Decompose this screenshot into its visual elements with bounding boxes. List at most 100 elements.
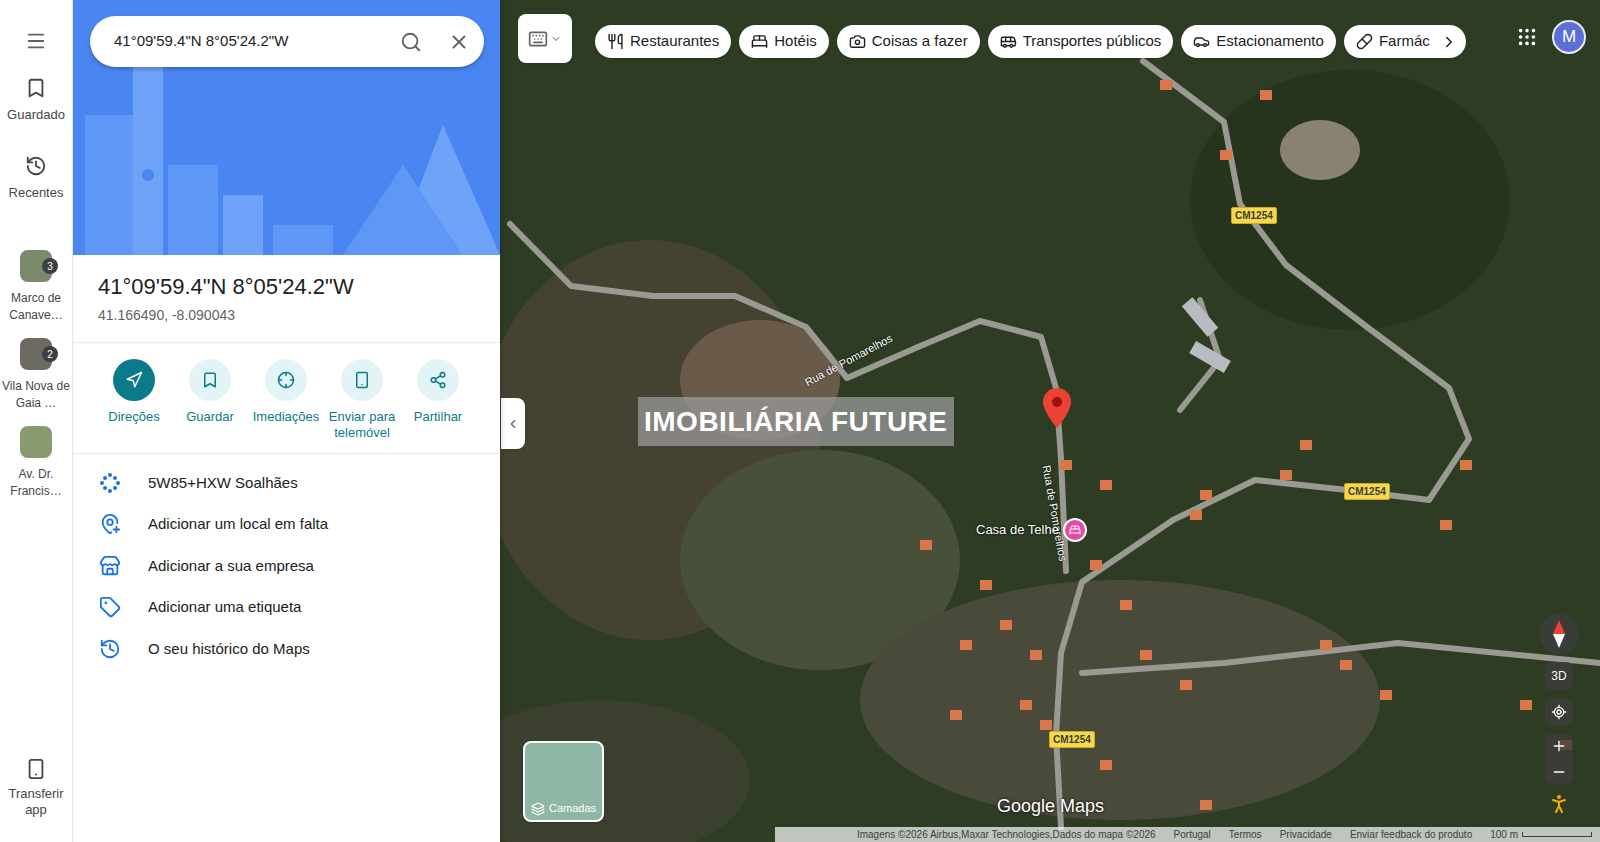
app: Guardado Recentes 3Marco de Canave… 2Vila N… [0, 0, 1600, 842]
watermark: IMOBILIÁRIA FUTURE [638, 397, 954, 446]
location-pin-icon[interactable] [1043, 388, 1071, 428]
attribution-link: Imagens ©2026 Airbus,Maxar Technologies,… [857, 827, 1156, 842]
place-title: 41°09'59.4"N 8°05'24.2"W [98, 273, 475, 301]
phone-icon [25, 758, 47, 780]
recent-places: 3Marco de Canave… 2Vila Nova de Gaia … Av.… [1, 250, 71, 500]
hotel-place[interactable]: Casa de Telhe [976, 518, 1087, 542]
menu-icon [25, 30, 47, 52]
detail-icon [99, 596, 121, 618]
attribution-link[interactable]: Enviar feedback do produto [1350, 827, 1472, 842]
chip-icon [607, 33, 624, 50]
detail-row[interactable]: Adicionar a sua empresa [73, 545, 500, 587]
keyboard-button[interactable] [518, 14, 572, 63]
search-box[interactable]: 41°09'59.4"N 8°05'24.2"W [90, 16, 484, 67]
chip-icon [1193, 33, 1210, 50]
recent-place[interactable]: 3Marco de Canave… [1, 250, 71, 324]
chip-icon [849, 33, 866, 50]
chip-icon [751, 33, 768, 50]
chip-icon [1000, 33, 1017, 50]
search-icon[interactable] [400, 31, 422, 53]
category-chip[interactable]: Estacionamento [1181, 25, 1336, 58]
hotel-marker [1063, 518, 1087, 542]
google-maps-logo: Google Maps [997, 793, 1104, 820]
chevron-right-icon [1440, 33, 1458, 51]
download-app-button[interactable]: Transferir app [6, 758, 66, 818]
road-shield: CM1254 [1344, 483, 1390, 500]
close-icon[interactable] [448, 31, 470, 53]
rail-items: Guardado Recentes [7, 77, 65, 202]
layers-button[interactable]: Camadas [523, 741, 604, 822]
rail-item[interactable]: Recentes [7, 155, 65, 203]
apps-grid-icon[interactable] [1516, 26, 1538, 48]
detail-icon [99, 638, 121, 660]
recent-thumbnail [20, 426, 52, 458]
locate-icon [1551, 704, 1567, 720]
collapse-panel-button[interactable] [501, 398, 525, 449]
header-illustration: 41°09'59.4"N 8°05'24.2"W [73, 0, 500, 255]
rail-item[interactable]: Guardado [7, 77, 65, 125]
category-chip[interactable]: Transportes públicos [988, 25, 1174, 58]
detail-list: 5W85+HXW SoalhãesAdicionar um local em f… [73, 454, 500, 670]
detail-row[interactable]: Adicionar uma etiqueta [73, 587, 500, 629]
recent-place[interactable]: 2Vila Nova de Gaia … [1, 338, 71, 412]
city-skyline-icon [73, 55, 500, 255]
action-icon [201, 371, 219, 389]
category-chip[interactable]: Hotéis [739, 25, 829, 58]
detail-row[interactable]: 5W85+HXW Soalhães [73, 462, 500, 504]
map-controls: 3D [1539, 614, 1579, 816]
bookmark-icon [25, 77, 47, 99]
plus-code-icon [99, 472, 121, 494]
action-icon [353, 371, 371, 389]
tilt-button[interactable]: 3D [1545, 662, 1573, 690]
action-row: DireçõesGuardarImediaçõesEnviar para tel… [73, 343, 500, 454]
action-button[interactable]: Guardar [172, 359, 248, 441]
place-coords: 41.166490, -8.090043 [98, 305, 475, 326]
scale-bar[interactable]: 100 m [1490, 827, 1592, 842]
chevron-left-icon [506, 417, 520, 431]
chevron-down-icon [550, 33, 562, 45]
top-bar: RestaurantesHotéisCoisas a fazerTranspor… [518, 14, 1586, 63]
compass-icon [1552, 620, 1566, 648]
attribution-bar: Imagens ©2026 Airbus,Maxar Technologies,… [775, 827, 1600, 842]
detail-icon [99, 513, 121, 535]
chips-next-button[interactable] [1435, 27, 1464, 56]
zoom-out-icon[interactable] [1551, 764, 1567, 780]
recent-place[interactable]: Av. Dr. Francis… [1, 426, 71, 500]
road-shield: CM1254 [1049, 731, 1095, 748]
account-avatar[interactable]: M [1552, 20, 1586, 54]
action-button[interactable]: Partilhar [400, 359, 476, 441]
detail-row[interactable]: Adicionar um local em falta [73, 504, 500, 546]
place-header: 41°09'59.4"N 8°05'24.2"W 41.166490, -8.09… [73, 255, 500, 343]
compass-button[interactable] [1539, 614, 1579, 654]
my-location-button[interactable] [1545, 698, 1573, 726]
attribution-link[interactable]: Termos [1229, 827, 1262, 842]
map[interactable]: Rua de PomarelhosRua de PomarelhosCM1254… [500, 0, 1600, 842]
category-chip[interactable]: Restaurantes [595, 25, 731, 58]
action-button[interactable]: Imediações [248, 359, 324, 441]
action-icon [125, 371, 143, 389]
search-input[interactable]: 41°09'59.4"N 8°05'24.2"W [114, 30, 390, 53]
bed-icon [1069, 524, 1081, 536]
attribution-link[interactable]: Portugal [1174, 827, 1211, 842]
layers-icon [531, 802, 545, 816]
recent-count-badge: 3 [42, 258, 58, 274]
detail-icon [99, 555, 121, 577]
menu-button[interactable] [25, 29, 47, 53]
road-shield: CM1254 [1231, 207, 1277, 224]
place-panel: 41°09'59.4"N 8°05'24.2"W41°09'59.4"N 8°0… [73, 0, 500, 842]
chip-icon [1356, 33, 1373, 50]
action-button[interactable]: Direções [96, 359, 172, 441]
category-chip[interactable]: Coisas a fazer [837, 25, 980, 58]
detail-row[interactable]: O seu histórico do Maps [73, 628, 500, 670]
history-icon [25, 155, 47, 177]
recent-count-badge: 2 [42, 346, 58, 362]
zoom-controls [1545, 734, 1573, 784]
action-button[interactable]: Enviar para telemóvel [324, 359, 400, 441]
pegman-icon[interactable] [1547, 792, 1571, 816]
zoom-in-icon[interactable] [1551, 738, 1567, 754]
side-rail: Guardado Recentes 3Marco de Canave… 2Vila N… [0, 0, 73, 842]
action-icon [277, 371, 295, 389]
chip-row: RestaurantesHotéisCoisas a fazerTranspor… [595, 25, 1466, 58]
action-icon [429, 371, 447, 389]
attribution-link[interactable]: Privacidade [1280, 827, 1332, 842]
